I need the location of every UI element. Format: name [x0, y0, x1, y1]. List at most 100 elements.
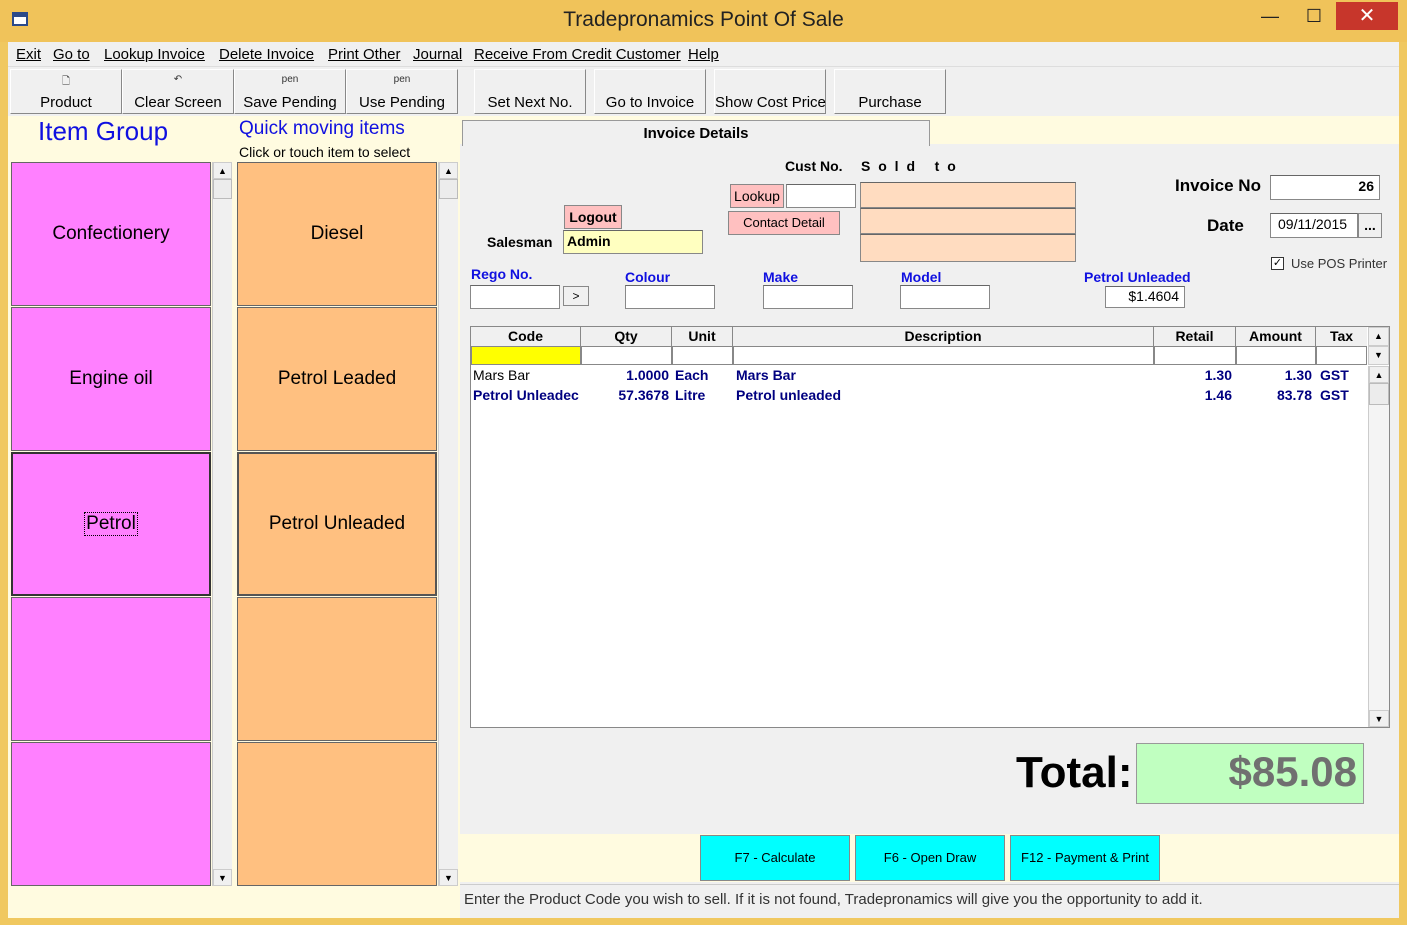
- scroll-down-arrow[interactable]: ▼: [1369, 710, 1389, 727]
- entry-description-field[interactable]: [733, 346, 1154, 365]
- model-field[interactable]: [900, 285, 990, 309]
- make-label: Make: [763, 269, 799, 285]
- quick-item-empty[interactable]: [237, 597, 437, 741]
- tab-invoice-details[interactable]: Invoice Details: [462, 120, 930, 146]
- entry-code-field[interactable]: [471, 346, 581, 365]
- quick-item-diesel[interactable]: Diesel: [237, 162, 437, 306]
- total-value: $85.08: [1228, 748, 1357, 795]
- use-pending-button[interactable]: pen Use Pending: [346, 69, 458, 114]
- grid-header-amount: Amount: [1236, 327, 1316, 346]
- row-qty: 57.3678: [618, 387, 669, 403]
- group-tile-empty[interactable]: [11, 742, 211, 886]
- show-cost-price-button[interactable]: Show Cost Price: [714, 69, 826, 114]
- scroll-down-arrow[interactable]: ▼: [1368, 346, 1389, 365]
- cust-no-field[interactable]: [786, 184, 856, 208]
- date-picker-button[interactable]: ...: [1358, 213, 1382, 238]
- row-amount: 83.78: [1276, 387, 1312, 403]
- menu-print-other[interactable]: Print Other: [328, 46, 401, 63]
- entry-tax-field[interactable]: [1316, 346, 1367, 365]
- entry-amount-field[interactable]: [1236, 346, 1316, 365]
- menu-journal[interactable]: Journal: [413, 46, 462, 63]
- entry-qty-field[interactable]: [581, 346, 672, 365]
- scroll-thumb[interactable]: [439, 179, 458, 199]
- sold-to-line-3[interactable]: [860, 234, 1076, 262]
- quick-items-title: Quick moving items: [239, 118, 405, 139]
- invoice-no-field[interactable]: 26: [1270, 175, 1380, 200]
- scroll-down-arrow[interactable]: ▼: [213, 869, 232, 886]
- group-tile-confectionery[interactable]: Confectionery: [11, 162, 211, 306]
- quick-items-scrollbar[interactable]: ▲ ▼: [438, 162, 458, 886]
- sold-to-line-2[interactable]: [860, 208, 1076, 234]
- item-group-title: Item Group: [38, 116, 169, 146]
- quick-item-petrol-unleaded[interactable]: Petrol Unleaded: [237, 452, 437, 596]
- scroll-up-arrow[interactable]: ▲: [1368, 327, 1389, 346]
- header-scrollbar[interactable]: ▲ ▼: [1368, 327, 1389, 365]
- rego-go-button[interactable]: >: [563, 286, 589, 306]
- colour-label: Colour: [625, 269, 671, 285]
- purchase-button[interactable]: Purchase: [834, 69, 946, 114]
- minimize-button[interactable]: —: [1248, 2, 1292, 30]
- date-field[interactable]: 09/11/2015: [1270, 213, 1358, 238]
- lookup-button[interactable]: Lookup: [730, 184, 784, 208]
- pos-printer-checkbox[interactable]: ✓: [1271, 257, 1284, 270]
- product-button[interactable]: 🗋 Product: [10, 69, 122, 114]
- menu-delete-invoice[interactable]: Delete Invoice: [219, 46, 314, 63]
- calculate-button[interactable]: F7 - Calculate: [700, 835, 850, 881]
- group-scrollbar[interactable]: ▲ ▼: [212, 162, 232, 886]
- clear-screen-button[interactable]: ↶ Clear Screen: [122, 69, 234, 114]
- row-qty: 1.0000: [626, 367, 669, 383]
- entry-unit-field[interactable]: [672, 346, 733, 365]
- save-pending-button[interactable]: pen Save Pending: [234, 69, 346, 114]
- quick-item-petrol-leaded[interactable]: Petrol Leaded: [237, 307, 437, 451]
- model-label: Model: [901, 269, 942, 285]
- date-value: 09/11/2015: [1278, 216, 1348, 232]
- entry-retail-field[interactable]: [1154, 346, 1236, 365]
- grid-header-qty: Qty: [581, 327, 672, 346]
- scroll-up-arrow[interactable]: ▲: [439, 162, 458, 179]
- menu-goto[interactable]: Go to: [53, 46, 90, 63]
- sold-to-line-1[interactable]: [860, 182, 1076, 208]
- price-label: Petrol Unleaded: [1084, 269, 1191, 285]
- price-field: $1.4604: [1105, 286, 1185, 308]
- group-tile-engine-oil[interactable]: Engine oil: [11, 307, 211, 451]
- menu-receive-credit[interactable]: Receive From Credit Customer: [474, 46, 681, 63]
- table-row[interactable]: Petrol Unleadec 57.3678 Litre Petrol unl…: [471, 387, 1367, 407]
- salesman-field[interactable]: Admin: [563, 230, 703, 254]
- pos-printer-label: Use POS Printer: [1291, 256, 1388, 271]
- make-field[interactable]: [763, 285, 853, 309]
- group-tile-label: Petrol: [84, 512, 138, 536]
- date-label: Date: [1207, 216, 1244, 235]
- menu-lookup-invoice[interactable]: Lookup Invoice: [104, 46, 205, 63]
- scroll-thumb[interactable]: [213, 179, 232, 199]
- scroll-up-arrow[interactable]: ▲: [213, 162, 232, 179]
- rego-no-field[interactable]: [470, 285, 560, 309]
- close-button[interactable]: ✕: [1336, 2, 1398, 30]
- go-to-invoice-button[interactable]: Go to Invoice: [594, 69, 706, 114]
- grid-header-retail: Retail: [1154, 327, 1236, 346]
- contact-detail-button[interactable]: Contact Detail: [728, 211, 840, 235]
- group-tile-petrol[interactable]: Petrol: [11, 452, 211, 596]
- group-tile-empty[interactable]: [11, 597, 211, 741]
- cust-no-label: Cust No.: [785, 158, 843, 174]
- row-amount: 1.30: [1284, 367, 1312, 383]
- scroll-down-arrow[interactable]: ▼: [439, 869, 458, 886]
- grid-scrollbar[interactable]: ▲ ▼: [1368, 366, 1389, 727]
- menu-exit[interactable]: Exit: [16, 46, 41, 63]
- set-next-no-button[interactable]: Set Next No.: [474, 69, 586, 114]
- row-tax: GST: [1320, 367, 1349, 383]
- table-row[interactable]: Mars Bar 1.0000 Each Mars Bar 1.30 1.30 …: [471, 367, 1367, 387]
- maximize-button[interactable]: ☐: [1292, 2, 1336, 30]
- open-draw-button[interactable]: F6 - Open Draw: [855, 835, 1005, 881]
- colour-field[interactable]: [625, 285, 715, 309]
- scroll-thumb[interactable]: [1369, 383, 1389, 405]
- menu-help[interactable]: Help: [688, 46, 719, 63]
- quick-item-empty[interactable]: [237, 742, 437, 886]
- grid-header-code: Code: [471, 327, 581, 346]
- payment-print-button[interactable]: F12 - Payment & Print: [1010, 835, 1160, 881]
- total-display: $85.08: [1136, 743, 1364, 804]
- logout-button[interactable]: Logout: [564, 205, 622, 229]
- quick-items-subtitle: Click or touch item to select: [239, 144, 411, 160]
- grid-header-unit: Unit: [672, 327, 733, 346]
- pen-icon: pen: [281, 74, 299, 85]
- scroll-up-arrow[interactable]: ▲: [1369, 366, 1389, 383]
